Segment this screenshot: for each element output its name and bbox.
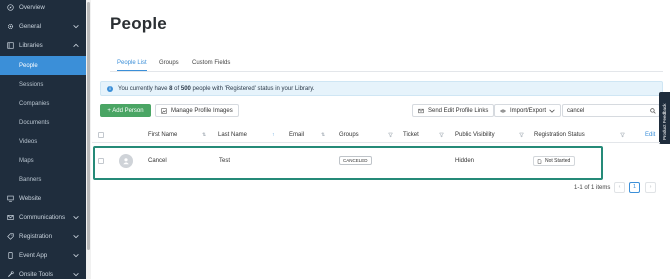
info-total: 500	[180, 85, 191, 92]
next-page-button[interactable]: ›	[645, 182, 656, 193]
sidebar-item-label: Website	[19, 195, 42, 202]
mail-icon	[418, 108, 424, 113]
sidebar-item-communications[interactable]: Communications	[0, 208, 86, 227]
tools-icon	[7, 271, 14, 278]
monitor-icon	[7, 195, 14, 202]
chevron-down-icon	[73, 235, 79, 239]
filter-icon[interactable]	[519, 132, 524, 138]
search-value: cancel	[567, 107, 585, 114]
prev-page-button[interactable]: ‹	[614, 182, 625, 193]
product-feedback-tab[interactable]: Product Feedback	[659, 92, 670, 144]
column-header-email[interactable]: Email	[289, 132, 304, 138]
info-count: 8	[169, 85, 173, 92]
chevron-down-icon	[73, 254, 79, 258]
sidebar-item-label: Registration	[19, 233, 53, 240]
sort-icon[interactable]: ⇅	[321, 132, 325, 138]
sidebar-item-label: Event App	[19, 252, 48, 259]
mobile-icon	[7, 252, 14, 259]
sidebar-item-onsite-tools[interactable]: Onsite Tools	[0, 265, 86, 279]
add-person-button[interactable]: + Add Person	[100, 104, 151, 117]
chevron-down-icon	[73, 216, 79, 220]
image-icon	[161, 107, 167, 114]
sidebar-sub-sessions[interactable]: Sessions	[0, 75, 86, 94]
column-header-registration-status[interactable]: Registration Status	[534, 132, 585, 138]
mail-icon	[7, 214, 14, 221]
filter-icon[interactable]	[388, 132, 393, 138]
tab-bar: People List Groups Custom Fields	[110, 57, 663, 72]
send-edit-profile-links-button[interactable]: Send Edit Profile Links	[412, 104, 495, 117]
sidebar-sub-people[interactable]: People	[0, 56, 86, 75]
manage-profile-images-label: Manage Profile Images	[171, 107, 233, 114]
import-export-dropdown[interactable]: Import/Export	[494, 104, 562, 117]
product-feedback-label: Product Feedback	[662, 103, 667, 140]
search-icon[interactable]	[650, 108, 656, 114]
library-icon	[7, 42, 14, 49]
info-icon: i	[107, 85, 113, 92]
sidebar-sub-maps[interactable]: Maps	[0, 151, 86, 170]
pagination-summary: 1-1 of 1 items	[574, 185, 611, 191]
compass-icon	[7, 4, 14, 11]
sidebar-sub-documents[interactable]: Documents	[0, 113, 86, 132]
sidebar-item-overview[interactable]: Overview	[0, 0, 86, 17]
tag-icon	[7, 233, 14, 240]
sidebar-item-libraries[interactable]: Libraries	[0, 36, 86, 55]
sidebar-item-label: Libraries	[19, 42, 43, 49]
sidebar: Overview General Libraries People Sessio…	[0, 0, 86, 279]
info-of: of	[174, 85, 180, 92]
sidebar-item-label: Communications	[19, 214, 66, 221]
column-header-ticket[interactable]: Ticket	[403, 132, 419, 138]
table-header: First Name ⇅ Last Name ↑ Email ⇅ Groups …	[92, 128, 660, 143]
chevron-down-icon	[73, 273, 79, 277]
info-banner: i You currently have 8 of 500 people wit…	[100, 81, 663, 96]
sidebar-item-event-app[interactable]: Event App	[0, 246, 86, 265]
sort-ascending-icon[interactable]: ↑	[272, 132, 275, 138]
column-header-last-name[interactable]: Last Name	[218, 132, 247, 138]
column-header-groups[interactable]: Groups	[339, 132, 359, 138]
manage-profile-images-button[interactable]: Manage Profile Images	[155, 104, 239, 117]
row-highlight-outline	[93, 146, 603, 180]
page-button[interactable]: 1	[629, 182, 640, 193]
tab-groups[interactable]: Groups	[159, 60, 179, 70]
tab-people-list[interactable]: People List	[117, 60, 147, 71]
column-header-first-name[interactable]: First Name	[148, 132, 177, 138]
sidebar-sub-videos[interactable]: Videos	[0, 132, 86, 151]
sidebar-item-label: Overview	[19, 4, 45, 11]
sidebar-item-general[interactable]: General	[0, 17, 86, 36]
sidebar-item-label: Onsite Tools	[19, 271, 53, 278]
send-edit-profile-links-label: Send Edit Profile Links	[428, 107, 489, 114]
info-suffix: people with 'Registered' status in your …	[192, 85, 315, 92]
page-title: People	[110, 14, 167, 33]
sort-icon[interactable]: ⇅	[202, 132, 206, 138]
scrollbar[interactable]	[86, 0, 91, 279]
filter-icon[interactable]	[620, 132, 625, 138]
select-all-checkbox[interactable]	[98, 132, 104, 138]
search-input[interactable]: cancel	[562, 104, 660, 117]
sidebar-item-registration[interactable]: Registration	[0, 227, 86, 246]
settings-icon	[7, 23, 14, 30]
scrollbar-thumb[interactable]	[87, 2, 90, 250]
chevron-up-icon	[73, 43, 79, 47]
edit-columns-link[interactable]: Edit	[645, 132, 655, 138]
sidebar-sub-banners[interactable]: Banners	[0, 170, 86, 189]
chevron-down-icon	[73, 25, 79, 29]
sidebar-item-label: General	[19, 23, 42, 30]
import-export-label: Import/Export	[510, 107, 547, 114]
chevron-down-icon	[549, 109, 555, 113]
column-header-public-visibility[interactable]: Public Visibility	[455, 132, 495, 138]
info-prefix: You currently have	[118, 85, 168, 92]
sidebar-item-website[interactable]: Website	[0, 189, 86, 208]
eye-icon	[500, 109, 506, 112]
filter-icon[interactable]	[439, 132, 444, 138]
sidebar-sub-companies[interactable]: Companies	[0, 94, 86, 113]
tab-custom-fields[interactable]: Custom Fields	[192, 60, 230, 70]
